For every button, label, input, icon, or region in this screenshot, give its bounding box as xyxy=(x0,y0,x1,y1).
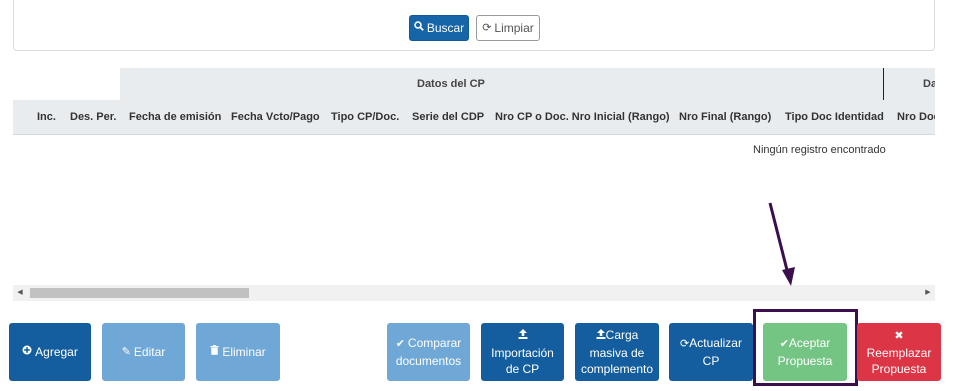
column-header-inc[interactable]: Inc. xyxy=(37,100,56,135)
column-header-tipo-doc-identidad[interactable]: Tipo Doc Identidad xyxy=(785,100,884,135)
column-header-fecha-emision[interactable]: Fecha de emisión xyxy=(129,100,221,135)
delete-button-label: Eliminar xyxy=(222,345,266,359)
pencil-icon: ✎ xyxy=(121,346,131,358)
search-button-label: Buscar xyxy=(426,21,465,35)
replace-label-line2: Propuesta xyxy=(871,361,927,376)
group-header-row: Datos del CP Da xyxy=(120,68,935,100)
group-separator xyxy=(883,68,884,100)
column-header-serie-cdp[interactable]: Serie del CDP xyxy=(412,100,484,135)
refresh-icon: ⟳ xyxy=(680,338,690,350)
horizontal-scrollbar[interactable]: ◀ ▶ xyxy=(13,285,935,301)
update-label-line2: CP xyxy=(702,354,720,368)
group-header-datos-cp: Datos del CP xyxy=(417,78,485,90)
delete-button[interactable]: Eliminar xyxy=(196,323,280,381)
scroll-right-icon[interactable]: ▶ xyxy=(921,285,935,301)
close-icon: ✖ xyxy=(894,329,904,342)
clear-button-label: Limpiar xyxy=(494,21,534,35)
column-header-fecha-vcto[interactable]: Fecha Vcto/Pago xyxy=(231,100,320,135)
replace-label-line1: Reemplazar xyxy=(866,345,932,360)
column-header-nro-doc[interactable]: Nro Doc xyxy=(897,100,935,135)
import-label-line1: Importación xyxy=(491,345,554,360)
group-header-next: Da xyxy=(923,78,935,90)
compare-documents-button[interactable]: ✔ Comparar documentos xyxy=(387,323,470,381)
trash-icon xyxy=(210,344,219,360)
column-header-nro-cp[interactable]: Nro CP o Doc. Nro Inicial (Rango) xyxy=(495,100,670,135)
search-icon xyxy=(414,20,424,36)
results-table: Datos del CP Da Inc. Des. Per. Fecha de … xyxy=(13,68,935,135)
compare-label-line2: documentos xyxy=(395,354,462,368)
update-cp-button[interactable]: ⟳Actualizar CP xyxy=(669,323,753,381)
bulk-label-line3: complemento xyxy=(580,362,654,376)
upload-icon xyxy=(518,328,528,344)
column-header-row: Inc. Des. Per. Fecha de emisión Fecha Vc… xyxy=(13,100,935,135)
bulk-complement-button[interactable]: Carga masiva de complemento xyxy=(575,323,659,381)
check-icon: ✔ xyxy=(395,338,405,350)
column-header-nro-final[interactable]: Nro Final (Rango) xyxy=(679,100,771,135)
import-label-line2: de CP xyxy=(505,361,540,376)
bulk-label-line2: masiva de xyxy=(589,346,645,360)
upload-icon xyxy=(596,328,606,344)
compare-label-line1: Comparar xyxy=(407,336,462,350)
update-label-line1: Actualizar xyxy=(689,336,742,350)
replace-proposal-button[interactable]: ✖ Reemplazar Propuesta xyxy=(857,323,941,381)
clear-button[interactable]: ⟳ Limpiar xyxy=(476,15,540,41)
bulk-label-line1: Carga xyxy=(605,328,639,342)
add-button-label: Agregar xyxy=(35,345,78,359)
import-cp-button[interactable]: Importación de CP xyxy=(481,323,564,381)
column-header-tipo-cp[interactable]: Tipo CP/Doc. xyxy=(331,100,399,135)
refresh-icon: ⟳ xyxy=(482,22,492,34)
column-header-des-per[interactable]: Des. Per. xyxy=(70,100,116,135)
filter-panel xyxy=(13,0,935,51)
annotation-highlight-box xyxy=(753,309,858,386)
plus-circle-icon xyxy=(22,344,32,360)
edit-button-label: Editar xyxy=(133,345,166,359)
scrollbar-thumb[interactable] xyxy=(30,288,249,298)
add-button[interactable]: Agregar xyxy=(9,323,91,381)
empty-message: Ningún registro encontrado xyxy=(753,144,886,156)
scroll-left-icon[interactable]: ◀ xyxy=(13,285,27,301)
edit-button[interactable]: ✎ Editar xyxy=(102,323,185,381)
search-button[interactable]: Buscar xyxy=(409,15,469,41)
